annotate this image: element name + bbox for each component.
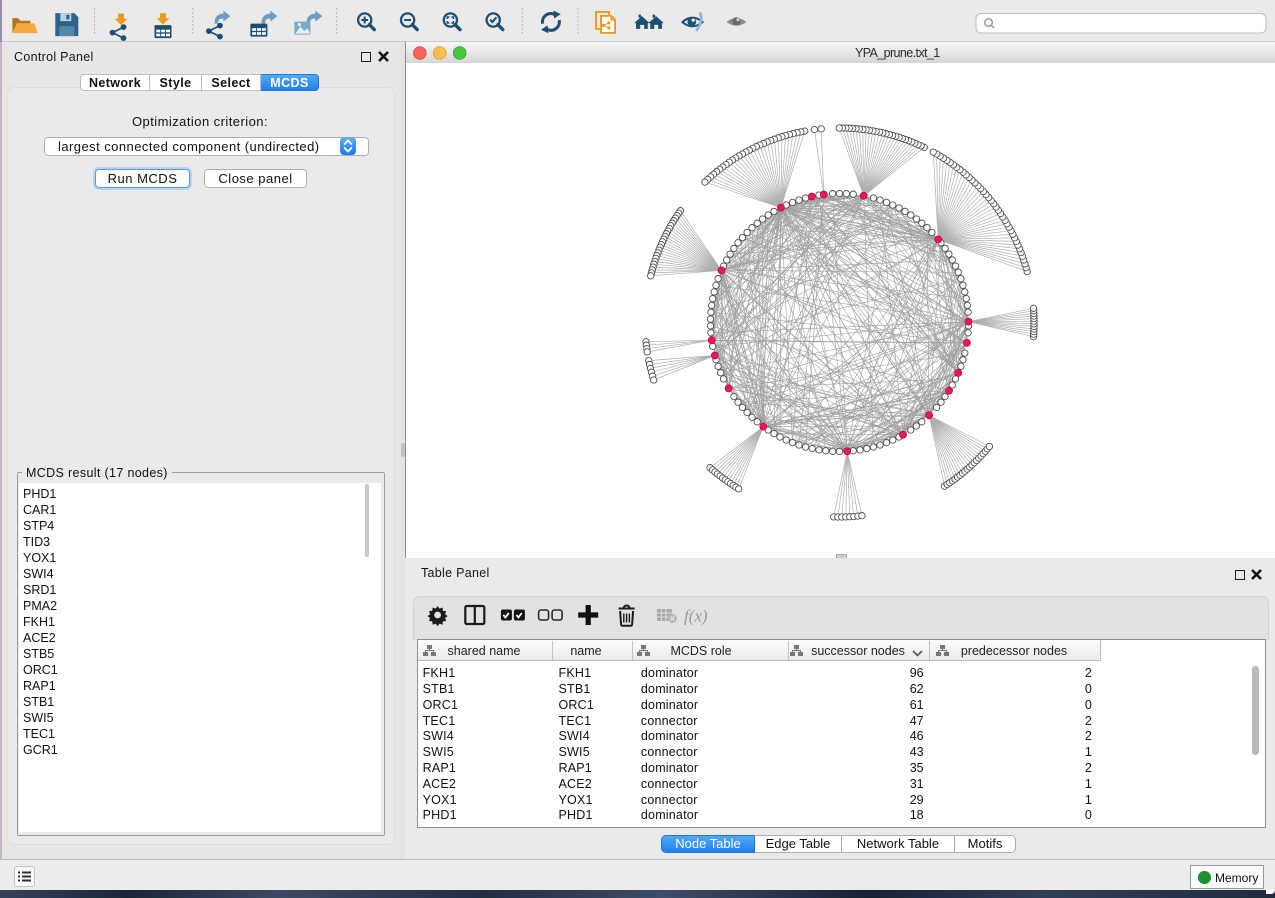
svg-text:f(x): f(x) xyxy=(684,607,708,626)
